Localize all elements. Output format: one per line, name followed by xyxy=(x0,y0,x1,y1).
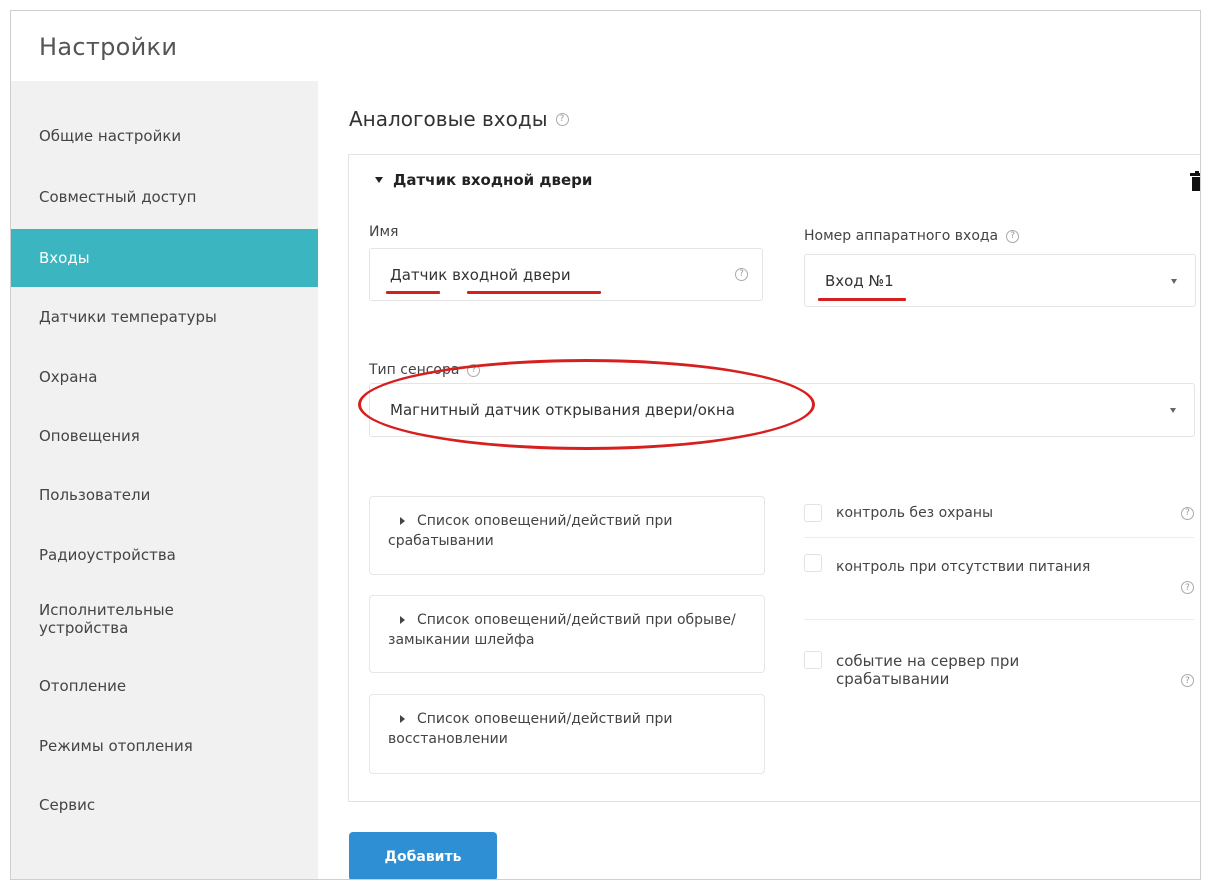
card-header[interactable]: Датчик входной двери xyxy=(375,171,592,189)
header: Настройки xyxy=(11,11,1200,81)
annotation-underline xyxy=(386,291,440,294)
checkbox-row-no-arm: контроль без охраны ? xyxy=(804,500,1194,526)
sidebar-item-actuators[interactable]: Исполнительные устройства xyxy=(11,590,231,648)
card-title: Датчик входной двери xyxy=(393,171,593,189)
sidebar-item-general[interactable]: Общие настройки xyxy=(11,107,318,165)
sidebar-item-temperature-sensors[interactable]: Датчики температуры xyxy=(11,288,318,346)
sidebar-item-inputs[interactable]: Входы xyxy=(11,229,318,287)
no-arm-checkbox[interactable] xyxy=(804,504,822,522)
help-icon[interactable]: ? xyxy=(1181,506,1194,520)
expand-triangle-icon xyxy=(400,616,405,624)
sidebar: Общие настройки Совместный доступ Входы … xyxy=(11,81,318,879)
page-title: Настройки xyxy=(39,33,178,61)
help-icon[interactable]: ? xyxy=(555,112,569,126)
server-event-checkbox[interactable] xyxy=(804,651,822,669)
checkbox-label: событие на сервер при срабатывании xyxy=(836,652,1020,688)
sidebar-item-security[interactable]: Охрана xyxy=(11,348,318,406)
hw-input-value: Вход №1 xyxy=(825,271,894,290)
help-icon[interactable]: ? xyxy=(1181,674,1194,687)
panel-label: Список оповещений/действий при срабатыва… xyxy=(388,513,673,549)
expand-triangle-icon xyxy=(400,715,405,723)
panel-actions-on-restore[interactable]: Список оповещений/действий при восстанов… xyxy=(369,694,765,774)
annotation-underline xyxy=(818,298,906,301)
no-power-checkbox[interactable] xyxy=(804,554,822,572)
sidebar-item-users[interactable]: Пользователи xyxy=(11,466,318,524)
panel-actions-on-trigger[interactable]: Список оповещений/действий при срабатыва… xyxy=(369,496,765,575)
chevron-down-icon xyxy=(1170,408,1176,413)
help-icon[interactable]: ? xyxy=(735,267,748,281)
chevron-down-icon xyxy=(1171,278,1177,284)
sidebar-item-notifications[interactable]: Оповещения xyxy=(11,407,318,465)
trash-icon[interactable] xyxy=(1190,171,1200,191)
annotation-underline xyxy=(467,291,601,294)
checkbox-label: контроль без охраны xyxy=(836,505,994,521)
add-button[interactable]: Добавить xyxy=(349,832,497,879)
annotation-ellipse xyxy=(358,359,815,450)
help-icon[interactable]: ? xyxy=(1181,581,1194,594)
collapse-triangle-icon xyxy=(375,177,383,183)
main-content: Аналоговые входы ? Датчик входной двери … xyxy=(318,81,1200,879)
panel-label: Список оповещений/действий при обрыве/за… xyxy=(388,612,736,648)
divider xyxy=(804,537,1194,538)
name-input-value: Датчик входной двери xyxy=(390,265,571,284)
sidebar-item-heating-modes[interactable]: Режимы отопления xyxy=(11,717,318,775)
sidebar-item-radio-devices[interactable]: Радиоустройства xyxy=(11,526,318,584)
section-title-text: Аналоговые входы xyxy=(349,107,548,131)
hw-input-label: Номер аппаратного входа ? xyxy=(804,228,1020,244)
name-label: Имя xyxy=(369,224,399,240)
divider xyxy=(804,619,1194,620)
sensor-card: Датчик входной двери Имя Датчик входной … xyxy=(348,154,1200,802)
sidebar-item-heating[interactable]: Отопление xyxy=(11,657,318,715)
checkbox-label: контроль при отсутствии питания xyxy=(836,559,1091,575)
settings-window: Настройки Общие настройки Совместный дос… xyxy=(10,10,1201,880)
panel-label: Список оповещений/действий при восстанов… xyxy=(388,711,673,747)
sidebar-item-sharing[interactable]: Совместный доступ xyxy=(11,168,318,226)
checkbox-row-server-event: событие на сервер при срабатывании ? xyxy=(804,648,1194,692)
checkbox-row-no-power: контроль при отсутствии питания ? xyxy=(804,554,1194,598)
hw-input-label-text: Номер аппаратного входа xyxy=(804,228,999,244)
help-icon[interactable]: ? xyxy=(1006,229,1020,243)
panel-actions-on-loop-break[interactable]: Список оповещений/действий при обрыве/за… xyxy=(369,595,765,673)
sidebar-item-service[interactable]: Сервис xyxy=(11,776,318,834)
expand-triangle-icon xyxy=(400,517,405,525)
section-title: Аналоговые входы ? xyxy=(349,107,569,131)
